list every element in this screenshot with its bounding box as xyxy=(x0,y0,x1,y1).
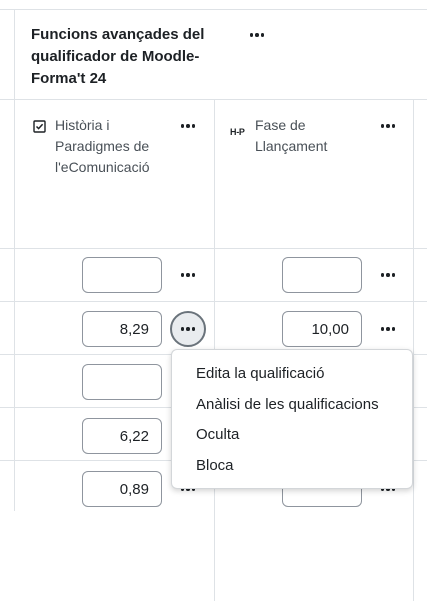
cell-actions-menu: Edita la qualificació Anàlisi de les qua… xyxy=(171,349,413,489)
column-divider xyxy=(14,9,15,511)
menu-item-edit-grade[interactable]: Edita la qualificació xyxy=(196,365,324,382)
category-title: Funcions avançades del qualificador de M… xyxy=(31,26,205,87)
cell-actions-button[interactable] xyxy=(377,268,399,282)
cell-actions-button[interactable] xyxy=(377,322,399,336)
checkbox-icon xyxy=(33,118,46,139)
column-divider xyxy=(413,99,414,601)
cell-actions-button[interactable] xyxy=(177,268,199,282)
h5p-icon: H-P xyxy=(230,127,245,137)
category-actions-button[interactable] xyxy=(246,28,268,42)
grade-input[interactable] xyxy=(282,257,362,293)
cell-actions-button-active[interactable] xyxy=(170,311,206,347)
grade-input[interactable]: 8,29 xyxy=(82,311,162,347)
column-label[interactable]: Fase de Llançament xyxy=(255,115,355,157)
grade-input[interactable] xyxy=(82,364,162,400)
column-actions-button[interactable] xyxy=(177,119,199,133)
column-header-launch: H-P Fase de Llançament xyxy=(230,115,390,165)
column-label[interactable]: Història i Paradigmes de l'eComunicació xyxy=(55,115,185,178)
menu-item-lock[interactable]: Bloca xyxy=(196,457,234,474)
menu-item-grade-analysis[interactable]: Anàlisi de les qualificacions xyxy=(196,396,379,413)
grade-input[interactable]: 6,22 xyxy=(82,418,162,454)
grade-input[interactable] xyxy=(82,257,162,293)
column-header-history: Història i Paradigmes de l'eComunicació xyxy=(33,115,193,185)
grade-input[interactable]: 10,00 xyxy=(282,311,362,347)
column-actions-button[interactable] xyxy=(377,119,399,133)
menu-item-hide[interactable]: Oculta xyxy=(196,426,239,443)
header-divider xyxy=(0,9,427,10)
